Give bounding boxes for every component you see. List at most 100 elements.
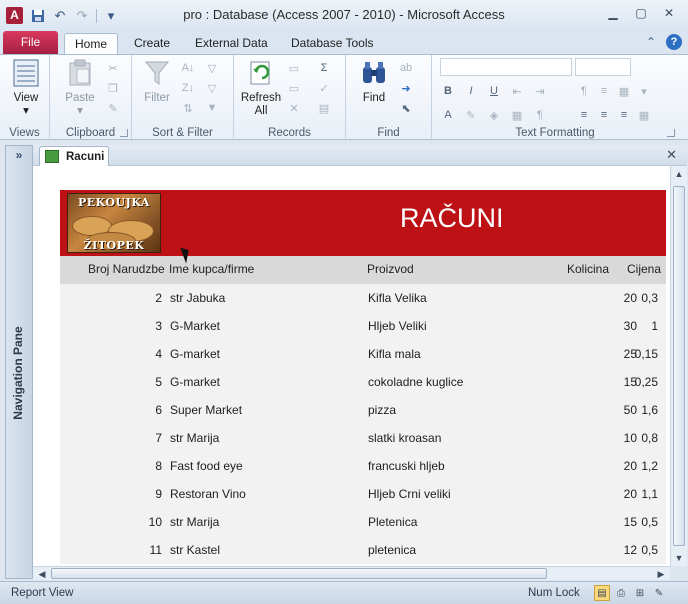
group-text-formatting: B I U ⇤ ⇥ A ✎ ◈ ▦ ¶ ¶ ≡ ▦ ▾ ≡ ≡ ≡ ▦ Text… — [432, 55, 678, 141]
tab-database-tools[interactable]: Database Tools — [281, 33, 384, 54]
layout-view-icon[interactable]: ⊞ — [632, 585, 648, 601]
maximize-button[interactable]: ▢ — [628, 4, 654, 22]
go-to-icon[interactable]: ➜ — [398, 80, 414, 96]
ribbon-right-controls: ⌃ ? — [646, 34, 682, 50]
clipboard-launcher-icon[interactable] — [120, 129, 128, 137]
header-cijena: Cijena — [627, 262, 662, 276]
group-clipboard: Paste ▾ ✂ ❐ ✎ Clipboard — [50, 55, 132, 141]
toggle-filter-icon[interactable]: ▼ — [204, 100, 220, 116]
view-label: View — [13, 92, 39, 104]
underline-icon[interactable]: U — [486, 83, 502, 99]
close-document-icon[interactable]: ✕ — [666, 147, 677, 163]
more-format-icon[interactable]: ▾ — [636, 83, 652, 99]
cut-icon[interactable]: ✂ — [105, 60, 121, 76]
copy-icon[interactable]: ❐ — [105, 80, 121, 96]
close-window-button[interactable]: ✕ — [656, 4, 682, 22]
datasheet-format-icon[interactable]: ▦ — [636, 107, 652, 123]
paste-button[interactable]: Paste ▾ — [60, 59, 100, 118]
text-formatting-launcher-icon[interactable] — [667, 129, 675, 137]
clipboard-small-buttons: ✂ ❐ ✎ — [105, 60, 121, 116]
horizontal-scroll-thumb[interactable] — [51, 568, 547, 579]
fill-color-icon[interactable]: ◈ — [486, 107, 502, 123]
vertical-scroll-thumb[interactable] — [673, 186, 685, 546]
alignment-buttons: ¶ ≡ ▦ ▾ ≡ ≡ ≡ ▦ — [576, 83, 652, 123]
design-view-icon[interactable]: ✎ — [651, 585, 667, 601]
highlight-icon[interactable]: ✎ — [463, 107, 479, 123]
format-painter-icon[interactable]: ✎ — [105, 100, 121, 116]
delete-record-icon[interactable]: ✕ — [286, 100, 302, 116]
more-records-icon[interactable]: ▤ — [316, 100, 332, 116]
cell-proizvod: Kifla Velika — [368, 291, 427, 305]
table-row: 3 G-Market Hljeb Veliki 30 1 — [60, 312, 666, 340]
report-title: RAČUNI — [400, 203, 504, 233]
align-right-icon[interactable]: ≡ — [616, 107, 632, 123]
paste-label: Paste — [65, 92, 95, 104]
totals-icon[interactable]: Σ — [316, 60, 332, 76]
nav-pane-expand-icon[interactable]: » — [6, 148, 32, 162]
scroll-left-icon[interactable]: ◀ — [35, 567, 49, 581]
report-left-margin — [33, 166, 61, 566]
selection-filter-icon[interactable]: ▽ — [204, 60, 220, 76]
report-view-icon[interactable]: ▤ — [594, 585, 610, 601]
cell-ime: G-market — [170, 347, 221, 361]
sort-descending-icon[interactable]: Z↓ — [180, 80, 196, 96]
cell-ime: str Kastel — [170, 543, 221, 557]
records-group-label: Records — [268, 127, 311, 139]
cell-broj: 3 — [155, 319, 162, 333]
font-color-icon[interactable]: A — [440, 107, 456, 123]
window-title: pro : Database (Access 2007 - 2010) - Mi… — [183, 7, 505, 22]
find-button[interactable]: Find — [356, 59, 392, 105]
document-tab-racuni[interactable]: Racuni — [39, 146, 109, 166]
view-button[interactable]: View ▾ — [8, 59, 44, 118]
bold-icon[interactable]: B — [440, 83, 456, 99]
header-proizvod: Proizvod — [367, 262, 414, 276]
font-size-dropdown[interactable] — [575, 58, 631, 76]
gridlines-icon[interactable]: ▦ — [616, 83, 632, 99]
align-left-icon[interactable]: ≡ — [576, 107, 592, 123]
new-record-icon[interactable]: ▭ — [286, 60, 302, 76]
refresh-all-button[interactable]: Refresh All — [238, 59, 284, 118]
align-center-icon[interactable]: ≡ — [596, 107, 612, 123]
horizontal-scrollbar[interactable]: ◀ ▶ — [33, 566, 670, 580]
clear-sort-icon[interactable]: ⇅ — [180, 100, 196, 116]
filter-button[interactable]: Filter — [138, 59, 176, 105]
advanced-filter-icon[interactable]: ▽ — [204, 80, 220, 96]
save-record-icon[interactable]: ▭ — [286, 80, 302, 96]
print-preview-icon[interactable]: ⎙ — [613, 585, 629, 601]
scroll-up-icon[interactable]: ▲ — [671, 166, 687, 182]
navigation-pane[interactable]: » Navigation Pane — [5, 145, 33, 579]
cell-broj: 7 — [155, 431, 162, 445]
table-row: 6 Super Market pizza 50 1,6 — [60, 396, 666, 424]
paste-icon — [60, 59, 100, 90]
logo-text-bottom: ŽITOPEK — [83, 239, 145, 252]
paragraph-icon[interactable]: ¶ — [532, 107, 548, 123]
tab-file[interactable]: File — [3, 31, 58, 54]
table-row: 11 str Kastel pletenica 12 0,5 — [60, 536, 666, 564]
font-name-dropdown[interactable] — [440, 58, 572, 76]
tab-home[interactable]: Home — [64, 33, 119, 54]
table-row: 8 Fast food eye francuski hljeb 20 1,2 — [60, 452, 666, 480]
scroll-right-icon[interactable]: ▶ — [654, 567, 668, 581]
minimize-ribbon-icon[interactable]: ⌃ — [646, 35, 656, 49]
increase-indent-icon[interactable]: ⇥ — [532, 83, 548, 99]
cell-ime: Restoran Vino — [170, 487, 246, 501]
rtl-icon[interactable]: ¶ — [576, 83, 592, 99]
cell-cijena: 0,5 — [641, 515, 658, 529]
decrease-indent-icon[interactable]: ⇤ — [509, 83, 525, 99]
alternate-row-color-icon[interactable]: ▦ — [509, 107, 525, 123]
tab-create[interactable]: Create — [124, 33, 180, 54]
cell-cijena: 1 — [651, 319, 658, 333]
list-icon[interactable]: ≡ — [596, 83, 612, 99]
sort-ascending-icon[interactable]: A↓ — [180, 60, 196, 76]
view-switcher: ▤ ⎙ ⊞ ✎ — [594, 585, 667, 601]
scroll-down-icon[interactable]: ▼ — [671, 550, 687, 566]
help-icon[interactable]: ? — [666, 34, 682, 50]
view-icon — [8, 59, 44, 90]
italic-icon[interactable]: I — [463, 83, 479, 99]
vertical-scrollbar[interactable]: ▲ ▼ — [670, 166, 687, 566]
minimize-button[interactable]: ▁ — [600, 4, 626, 22]
spelling-icon[interactable]: ✓ — [316, 80, 332, 96]
tab-external-data[interactable]: External Data — [185, 33, 278, 54]
select-icon[interactable]: ⬉ — [398, 100, 414, 116]
replace-icon[interactable]: ab — [398, 60, 414, 76]
